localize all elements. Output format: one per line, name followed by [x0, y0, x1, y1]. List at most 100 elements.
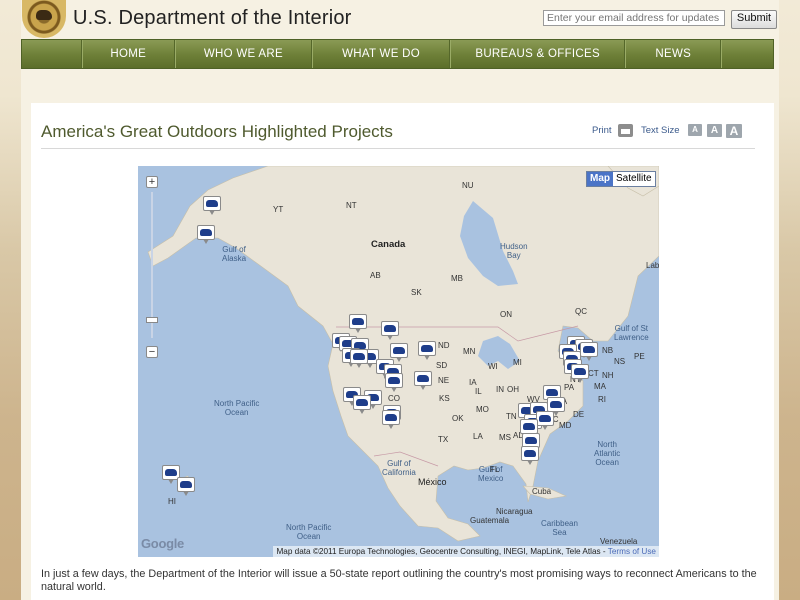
- place-label: LA: [473, 432, 483, 441]
- place-label: IL: [475, 387, 482, 396]
- zoom-out-button[interactable]: −: [146, 346, 158, 358]
- label-canada: Canada: [371, 239, 406, 250]
- place-label: IA: [469, 378, 477, 387]
- label-caribbean: Caribbean Sea: [541, 519, 578, 537]
- bison-marker-icon[interactable]: [197, 225, 215, 244]
- email-input[interactable]: [543, 10, 725, 26]
- text-size-medium-button[interactable]: A: [707, 124, 722, 137]
- bison-marker-icon[interactable]: [414, 371, 432, 390]
- place-label: PE: [634, 352, 645, 361]
- google-logo[interactable]: Google: [141, 536, 184, 551]
- place-label: MS: [499, 433, 511, 442]
- place-label: ND: [438, 341, 450, 350]
- place-label: NB: [602, 346, 614, 355]
- place-label: QC: [575, 307, 587, 316]
- place-label: MO: [476, 405, 489, 414]
- bison-marker-icon[interactable]: [571, 364, 589, 383]
- place-label: YT: [273, 205, 284, 214]
- place-label: FL: [490, 465, 500, 474]
- bison-marker-icon[interactable]: [536, 411, 554, 430]
- text-size-large-button[interactable]: A: [726, 124, 742, 138]
- zoom-control[interactable]: + −: [146, 176, 158, 358]
- bison-marker-icon[interactable]: [350, 349, 368, 368]
- place-label: CT: [588, 369, 599, 378]
- text-size-label: Text Size: [641, 125, 680, 136]
- place-label: OH: [507, 385, 519, 394]
- place-label: NT: [346, 201, 357, 210]
- place-label: DE: [573, 410, 585, 419]
- nav-what-we-do[interactable]: WHAT WE DO: [312, 40, 450, 68]
- place-label: Guatemala: [470, 516, 510, 525]
- place-label: Lab: [646, 261, 659, 270]
- bison-marker-icon[interactable]: [203, 196, 221, 215]
- place-label: NH: [602, 371, 614, 380]
- place-label: SK: [411, 288, 422, 297]
- bison-marker-icon[interactable]: [521, 446, 539, 465]
- bison-marker-icon[interactable]: [353, 395, 371, 414]
- nav-bureaus-offices[interactable]: BUREAUS & OFFICES: [449, 40, 626, 68]
- bison-marker-icon[interactable]: [418, 341, 436, 360]
- map-credit-text: Map data ©2011 Europa Technologies, Geoc…: [276, 547, 606, 556]
- place-label: HI: [168, 497, 176, 506]
- text-size-small-button[interactable]: A: [688, 124, 702, 136]
- place-label: IN: [496, 385, 504, 394]
- label-hudson-bay: Hudson Bay: [500, 242, 528, 260]
- place-label: KS: [439, 394, 450, 403]
- terms-of-use-link[interactable]: Terms of Use: [608, 547, 656, 556]
- place-label: MD: [559, 421, 572, 430]
- map-credit: Map data ©2011 Europa Technologies, Geoc…: [273, 546, 659, 557]
- place-label: NE: [438, 376, 450, 385]
- map-type-toggle[interactable]: Map Satellite: [586, 171, 656, 187]
- label-north-atlantic: North Atlantic Ocean: [594, 440, 621, 467]
- nav-who-we-are[interactable]: WHO WE ARE: [174, 40, 313, 68]
- label-mexico: México: [418, 477, 447, 487]
- label-gulf-st-lawrence: Gulf of St Lawrence: [614, 324, 649, 342]
- bison-marker-icon[interactable]: [381, 321, 399, 340]
- place-label: MI: [513, 358, 522, 367]
- place-label: TX: [438, 435, 449, 444]
- place-label: ON: [500, 310, 512, 319]
- place-label: MA: [594, 382, 606, 391]
- nav-spacer-right: [721, 40, 773, 68]
- zoom-in-button[interactable]: +: [146, 176, 158, 188]
- bison-marker-icon[interactable]: [382, 410, 400, 429]
- label-north-pacific-2: North Pacific Ocean: [286, 523, 332, 541]
- place-label: CO: [388, 394, 400, 403]
- place-label: Nicaragua: [496, 507, 533, 516]
- page-title: America's Great Outdoors Highlighted Pro…: [41, 122, 393, 141]
- projects-map[interactable]: Map Satellite + − Canada México North Pa…: [138, 166, 659, 557]
- intro-paragraph: In just a few days, the Department of th…: [41, 568, 757, 593]
- map-view-button[interactable]: Map: [587, 172, 613, 186]
- bison-marker-icon[interactable]: [349, 314, 367, 333]
- place-label: MN: [463, 347, 476, 356]
- print-link[interactable]: Print: [592, 125, 612, 136]
- satellite-view-button[interactable]: Satellite: [613, 172, 655, 186]
- bison-marker-icon[interactable]: [385, 373, 403, 392]
- print-icon[interactable]: [618, 124, 633, 137]
- nav-news[interactable]: NEWS: [625, 40, 722, 68]
- label-gulf-california: Gulf of California: [382, 459, 416, 477]
- title-divider: [41, 148, 755, 149]
- place-label: NU: [462, 181, 474, 190]
- submit-button[interactable]: Submit: [731, 10, 777, 29]
- bison-marker-icon[interactable]: [177, 477, 195, 496]
- bison-marker-icon[interactable]: [580, 342, 598, 361]
- label-north-pacific-1: North Pacific Ocean: [214, 399, 260, 417]
- zoom-slider-thumb[interactable]: [146, 317, 158, 323]
- place-label: Cuba: [532, 487, 552, 496]
- place-label: AB: [370, 271, 381, 280]
- nav-spacer-left: [22, 40, 82, 68]
- place-label: WI: [488, 362, 498, 371]
- place-label: OK: [452, 414, 464, 423]
- place-label: RI: [598, 395, 606, 404]
- place-label: TN: [506, 412, 517, 421]
- place-label: NS: [614, 357, 626, 366]
- label-gulf-alaska: Gulf of Alaska: [222, 245, 247, 263]
- place-label: SD: [436, 361, 448, 370]
- site-title[interactable]: U.S. Department of the Interior: [73, 7, 352, 30]
- main-nav: HOME WHO WE ARE WHAT WE DO BUREAUS & OFF…: [21, 39, 774, 69]
- place-label: PA: [564, 383, 575, 392]
- nav-home[interactable]: HOME: [81, 40, 175, 68]
- place-label: MB: [451, 274, 463, 283]
- place-label: Venezuela: [600, 537, 638, 546]
